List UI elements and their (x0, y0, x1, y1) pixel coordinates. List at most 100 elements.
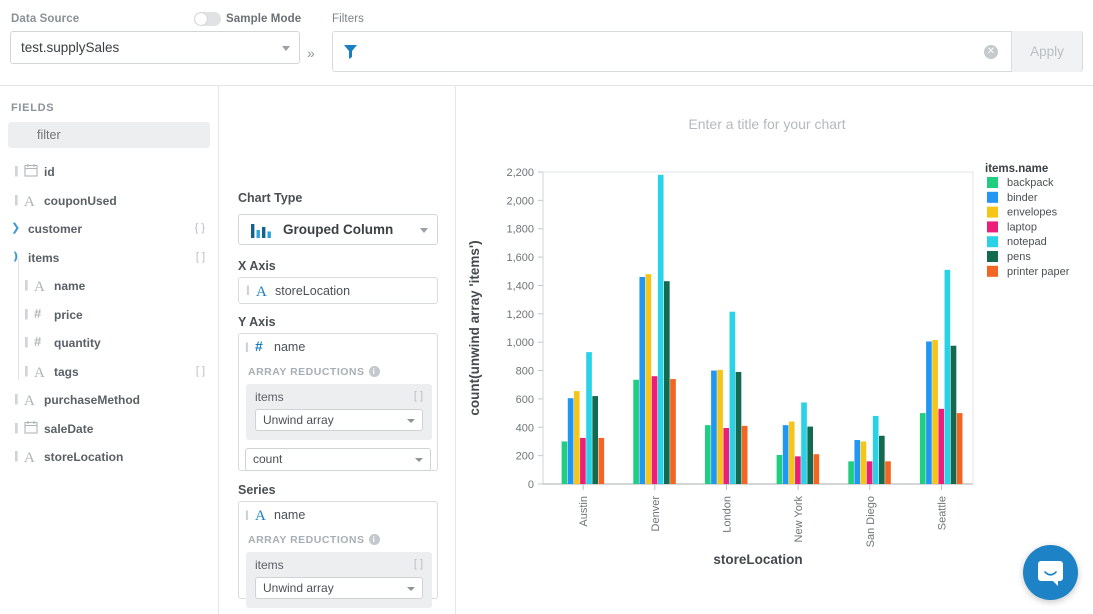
legend-swatch-printer-paper[interactable] (987, 266, 998, 277)
info-icon[interactable]: i (369, 534, 380, 545)
bar-new-york-printer-paper[interactable] (813, 454, 819, 484)
field-row-price[interactable]: |||#price (0, 301, 219, 329)
legend-label-laptop[interactable]: laptop (1007, 221, 1037, 233)
y-reduction-select[interactable]: Unwind array (255, 409, 423, 431)
bar-london-backpack[interactable] (705, 425, 711, 484)
legend-swatch-laptop[interactable] (987, 221, 998, 232)
bar-new-york-envelopes[interactable] (789, 422, 795, 484)
bar-san-diego-pens[interactable] (879, 436, 885, 484)
aggregate-select[interactable]: count (245, 448, 431, 471)
bar-austin-binder[interactable] (568, 398, 574, 484)
bar-denver-backpack[interactable] (633, 380, 639, 484)
bar-san-diego-laptop[interactable] (867, 461, 873, 484)
series-reduction-select[interactable]: Unwind array (255, 577, 423, 599)
info-icon[interactable]: i (369, 366, 380, 377)
bar-seattle-printer-paper[interactable] (957, 413, 963, 484)
field-row-couponUsed[interactable]: |||AcouponUsed (0, 187, 219, 215)
bar-austin-envelopes[interactable] (574, 391, 580, 484)
sample-mode-toggle[interactable] (194, 12, 221, 26)
filters-input-box[interactable]: ✕ Apply (332, 31, 1083, 72)
bar-seattle-envelopes[interactable] (932, 340, 938, 484)
drag-handle-icon[interactable]: ||| (245, 510, 247, 521)
legend-label-backpack[interactable]: backpack (1007, 177, 1054, 189)
drag-handle-icon[interactable]: ||| (245, 342, 247, 353)
legend-swatch-pens[interactable] (987, 251, 998, 262)
bar-seattle-backpack[interactable] (920, 413, 926, 484)
x-axis-field-chip[interactable]: ||| A storeLocation (238, 277, 438, 304)
bar-denver-notepad[interactable] (658, 175, 664, 484)
bar-austin-notepad[interactable] (586, 352, 592, 484)
field-row-purchaseMethod[interactable]: |||ApurchaseMethod (0, 386, 219, 414)
bar-london-pens[interactable] (736, 372, 742, 484)
bar-denver-binder[interactable] (639, 277, 645, 484)
bar-denver-envelopes[interactable] (646, 274, 652, 484)
bar-london-laptop[interactable] (723, 428, 729, 484)
bar-seattle-laptop[interactable] (938, 409, 944, 484)
expand-panel-icon[interactable]: » (307, 45, 315, 61)
bar-seattle-binder[interactable] (926, 341, 932, 484)
bar-denver-pens[interactable] (664, 281, 670, 484)
legend-label-envelopes[interactable]: envelopes (1007, 207, 1058, 219)
series-field-chip[interactable]: ||| A name (239, 502, 437, 528)
drag-handle-icon[interactable]: ||| (246, 285, 248, 296)
data-source-select[interactable]: test.supplySales (10, 31, 300, 64)
bar-austin-backpack[interactable] (562, 441, 568, 484)
legend-swatch-binder[interactable] (987, 192, 998, 203)
bar-denver-printer-paper[interactable] (670, 379, 676, 484)
chat-widget-button[interactable] (1023, 545, 1078, 600)
bar-san-diego-printer-paper[interactable] (885, 461, 891, 484)
field-row-saleDate[interactable]: |||saleDate (0, 415, 219, 443)
collapse-chevron-icon[interactable]: ❫ (11, 250, 23, 264)
drag-handle-icon[interactable]: ||| (14, 394, 19, 405)
chart-type-select[interactable]: Grouped Column (238, 214, 438, 245)
bar-london-binder[interactable] (711, 371, 717, 484)
drag-handle-icon[interactable]: ||| (14, 195, 19, 206)
bar-austin-pens[interactable] (592, 396, 598, 484)
legend-label-pens[interactable]: pens (1007, 251, 1031, 263)
bar-denver-laptop[interactable] (652, 376, 658, 484)
y-axis-field-chip[interactable]: ||| # name (239, 334, 437, 360)
bar-seattle-pens[interactable] (951, 346, 957, 484)
field-row-quantity[interactable]: |||#quantity (0, 329, 219, 357)
legend-swatch-envelopes[interactable] (987, 207, 998, 218)
clear-filter-icon[interactable]: ✕ (984, 45, 998, 59)
legend-swatch-notepad[interactable] (987, 236, 998, 247)
bar-london-printer-paper[interactable] (742, 426, 748, 484)
field-filter-input[interactable] (8, 122, 210, 148)
field-row-customer[interactable]: ❯customer{ } (0, 215, 219, 243)
drag-handle-icon[interactable]: ||| (24, 337, 29, 348)
bar-seattle-notepad[interactable] (945, 270, 951, 484)
bar-new-york-backpack[interactable] (777, 455, 783, 484)
bar-san-diego-envelopes[interactable] (861, 441, 867, 484)
field-row-name[interactable]: |||Aname (0, 272, 219, 300)
expand-chevron-icon[interactable]: ❯ (11, 221, 23, 235)
drag-handle-icon[interactable]: ||| (14, 166, 19, 177)
field-row-storeLocation[interactable]: |||AstoreLocation (0, 443, 219, 471)
legend-label-notepad[interactable]: notepad (1007, 236, 1047, 248)
drag-handle-icon[interactable]: ||| (14, 451, 19, 462)
drag-handle-icon[interactable]: ||| (24, 366, 29, 377)
bar-new-york-notepad[interactable] (801, 402, 807, 484)
field-row-items[interactable]: ❫items[ ] (0, 244, 219, 272)
bar-new-york-laptop[interactable] (795, 456, 801, 484)
legend-label-printer-paper[interactable]: printer paper (1007, 266, 1070, 278)
drag-handle-icon[interactable]: ||| (24, 309, 29, 320)
bar-austin-laptop[interactable] (580, 438, 586, 484)
legend-swatch-backpack[interactable] (987, 177, 998, 188)
field-row-tags[interactable]: |||Atags[ ] (0, 358, 219, 386)
bar-new-york-binder[interactable] (783, 425, 789, 484)
bar-london-notepad[interactable] (730, 312, 736, 484)
bar-austin-printer-paper[interactable] (598, 438, 604, 484)
bar-san-diego-notepad[interactable] (873, 416, 879, 484)
bar-san-diego-binder[interactable] (854, 440, 860, 484)
chat-bubble-icon (1023, 545, 1078, 600)
drag-handle-icon[interactable]: ||| (24, 280, 29, 291)
chart-title-placeholder[interactable]: Enter a title for your chart (457, 116, 1077, 132)
apply-button[interactable]: Apply (1011, 31, 1082, 72)
drag-handle-icon[interactable]: ||| (14, 423, 19, 434)
bar-new-york-pens[interactable] (807, 427, 813, 484)
bar-london-envelopes[interactable] (717, 370, 723, 484)
legend-label-binder[interactable]: binder (1007, 192, 1038, 204)
field-row-id[interactable]: |||id (0, 158, 219, 186)
bar-san-diego-backpack[interactable] (848, 461, 854, 484)
